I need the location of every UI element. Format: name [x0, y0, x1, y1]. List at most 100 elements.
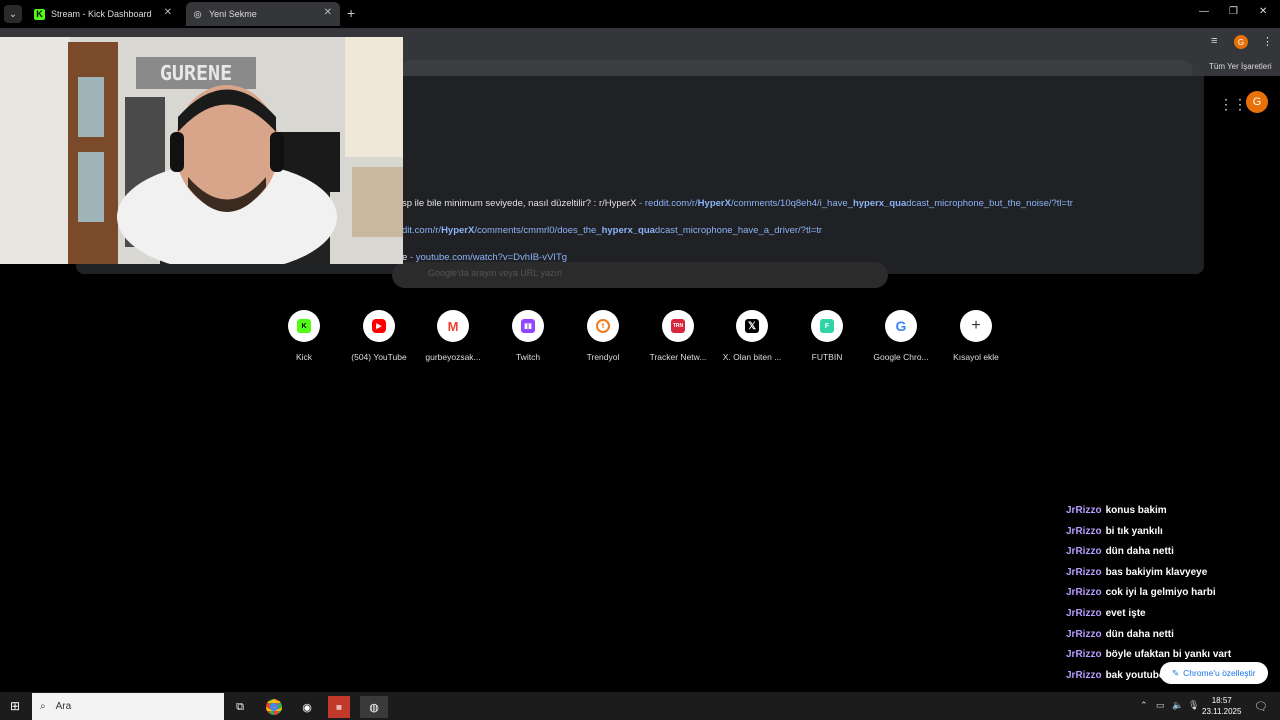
chrome-newtab-icon: ◎	[193, 8, 202, 19]
kick-icon: K	[34, 8, 45, 20]
taskbar-clock[interactable]: 18:57 23.11.2025	[1202, 695, 1241, 717]
close-window-icon[interactable]: ✕	[1259, 6, 1267, 17]
notifications-icon[interactable]: 🗨	[1254, 700, 1268, 713]
suggestion-text: sp ile bile minimum seviyede, nasıl düze…	[402, 198, 637, 209]
tab-title: Stream - Kick Dashboard	[51, 9, 152, 19]
shortcut-gmail[interactable]: M gurbeyozsak...	[415, 310, 491, 362]
search-label: Ara	[55, 701, 72, 712]
customize-chrome-button[interactable]: ✎ Chrome'u özelleştir	[1160, 662, 1268, 684]
restore-icon[interactable]: ❐	[1229, 6, 1238, 17]
chat-text: bas bakiyim klavyeye	[1105, 566, 1208, 578]
tab-media-icon[interactable]: ≡	[1211, 35, 1217, 47]
pencil-icon: ✎	[1172, 667, 1180, 678]
suggestion-url-match: hyperx_qua	[852, 198, 907, 209]
obs-icon[interactable]: ◉	[296, 696, 318, 718]
suggestion-url-match: hyperx_qua	[601, 225, 655, 236]
shortcut-trendyol[interactable]: t Trendyol	[565, 310, 641, 362]
chat-username: JrRizzo	[1066, 505, 1102, 516]
taskbar-search[interactable]: ⌕ Ara	[32, 693, 224, 720]
chat-username: JrRizzo	[1066, 525, 1102, 537]
shortcut-youtube[interactable]: ▶ (504) YouTube	[341, 310, 417, 362]
chat-message: JrRizzo evet işte	[1066, 608, 1276, 629]
chevron-up-icon[interactable]: ⌃	[1140, 700, 1148, 711]
shortcut-google-chrome[interactable]: G Google Chro...	[863, 310, 939, 362]
shortcut-futbin[interactable]: F FUTBIN	[789, 310, 865, 362]
chat-username: JrRizzo	[1066, 607, 1102, 619]
volume-icon[interactable]: 🔈	[1172, 700, 1183, 711]
gmail-icon: M	[437, 310, 469, 342]
tab-search-button[interactable]: ⌄	[4, 5, 22, 23]
clock-date: 23.11.2025	[1202, 707, 1242, 716]
suggestion-item[interactable]: dit.com/r/HyperX/comments/cmmrl0/does_th…	[402, 225, 822, 236]
profile-avatar[interactable]: G	[1234, 35, 1248, 49]
suggestion-url: dcast_microphone_have_a_driver/?tl=tr	[654, 225, 823, 236]
youtube-icon: ▶	[363, 310, 395, 342]
close-icon[interactable]: ✕	[164, 7, 172, 18]
chat-message: JrRizzo konus bakim	[1066, 505, 1276, 526]
shortcut-label: Tracker Netw...	[649, 352, 707, 362]
suggestion-item[interactable]: sp ile bile minimum seviyede, nasıl düze…	[402, 198, 1073, 209]
chat-username: JrRizzo	[1066, 546, 1102, 558]
new-tab-button[interactable]: +	[347, 5, 355, 21]
tracker-network-icon: TRN	[662, 310, 694, 342]
suggestion-url: dit.com/r/	[402, 225, 442, 236]
app-icon[interactable]: ▦	[328, 696, 350, 718]
shortcut-label: X. Olan biten ...	[722, 352, 782, 362]
shortcut-add[interactable]: + Kısayol ekle	[938, 310, 1014, 362]
shortcut-label: FUTBIN	[811, 352, 843, 362]
shortcut-twitch[interactable]: ▮▮ Twitch	[490, 310, 566, 362]
shortcut-x[interactable]: 𝕏 X. Olan biten ...	[714, 310, 790, 362]
chat-text: dün daha netti	[1105, 628, 1174, 640]
chat-message: JrRizzo dün daha netti	[1066, 629, 1276, 650]
shortcut-tracker-network[interactable]: TRN Tracker Netw...	[640, 310, 716, 362]
chat-text: bi tık yankılı	[1105, 525, 1163, 537]
shortcut-label: Kısayol ekle	[953, 352, 999, 362]
trendyol-icon: t	[587, 310, 619, 342]
chrome-taskbar-icon[interactable]	[263, 696, 285, 718]
chat-message: JrRizzo cok iyi la gelmiyo harbi	[1066, 587, 1276, 608]
shortcut-label: Trendyol	[586, 352, 620, 362]
kick-icon: K	[288, 310, 320, 342]
chat-username: JrRizzo	[1066, 566, 1102, 578]
ntp-profile-avatar[interactable]: G	[1246, 91, 1268, 113]
chevron-down-icon: ⌄	[8, 8, 18, 20]
suggestion-url: /comments/10q8eh4/i_have_	[730, 198, 853, 209]
webcam-overlay: GURENE	[0, 37, 403, 264]
twitch-icon: ▮▮	[512, 310, 544, 342]
suggestion-url-match: HyperX	[697, 198, 731, 209]
shortcut-label: Twitch	[515, 352, 541, 362]
customize-label: Chrome'u özelleştir	[1183, 668, 1256, 678]
menu-icon[interactable]: ⋮	[1262, 35, 1273, 48]
tab-kick-dashboard[interactable]: K Stream - Kick Dashboard ✕	[28, 2, 180, 26]
network-icon[interactable]: ▭	[1156, 700, 1165, 711]
all-bookmarks[interactable]: Tüm Yer İşaretleri	[1209, 62, 1272, 71]
svg-text:GURENE: GURENE	[160, 61, 232, 85]
microphone-icon[interactable]: 🎙	[1188, 700, 1199, 711]
clock-time: 18:57	[1211, 696, 1232, 705]
chat-text: konus bakim	[1105, 505, 1167, 516]
minimize-icon[interactable]: —	[1199, 6, 1209, 17]
chat-text: evet işte	[1105, 607, 1146, 619]
shortcut-kick[interactable]: K Kick	[266, 310, 342, 362]
chat-username: JrRizzo	[1066, 649, 1102, 661]
shortcut-label: (504) YouTube	[351, 352, 407, 362]
suggestion-separator: -	[636, 198, 645, 209]
tab-title: Yeni Sekme	[209, 9, 257, 19]
windows-start-icon[interactable]: ⊞	[10, 699, 20, 713]
chat-message: JrRizzo dün daha netti	[1066, 546, 1276, 567]
suggestion-url-match: HyperX	[441, 225, 475, 236]
chat-username: JrRizzo	[1066, 587, 1102, 599]
suggestion-url: reddit.com/r/	[644, 198, 698, 209]
shortcut-label: gurbeyozsak...	[425, 352, 481, 362]
chat-message: JrRizzo bi tık yankılı	[1066, 526, 1276, 547]
suggestion-url: /comments/cmmrl0/does_the_	[474, 225, 602, 236]
task-view-icon[interactable]: ⧉	[229, 696, 251, 718]
tab-new-tab[interactable]: ◎ Yeni Sekme ✕	[186, 2, 340, 26]
chrome-active-icon[interactable]: ◍	[360, 696, 388, 718]
close-icon[interactable]: ✕	[324, 7, 332, 18]
futbin-icon: F	[811, 310, 843, 342]
chat-message: JrRizzo bas bakiyim klavyeye	[1066, 567, 1276, 588]
chat-username: JrRizzo	[1066, 669, 1102, 681]
shortcut-label: Google Chro...	[873, 352, 929, 362]
google-icon: G	[885, 310, 917, 342]
